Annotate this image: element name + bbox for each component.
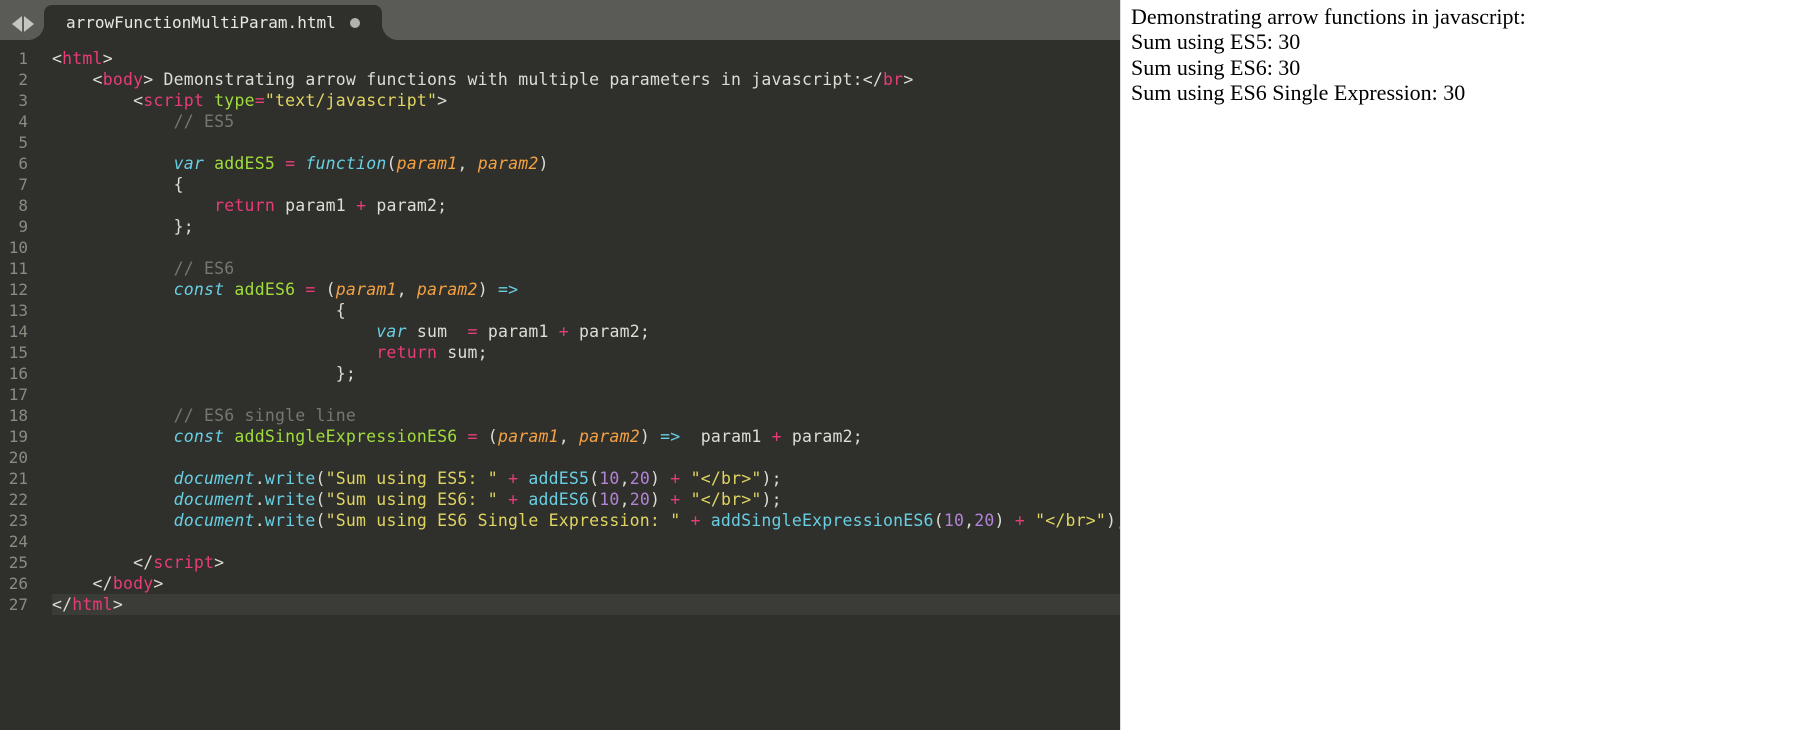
code-line[interactable]: return sum; — [52, 342, 1120, 363]
tab-bar: arrowFunctionMultiParam.html — [0, 0, 1120, 40]
line-number: 21 — [6, 468, 28, 489]
code-line[interactable]: const addES6 = (param1, param2) => — [52, 279, 1120, 300]
line-number: 17 — [6, 384, 28, 405]
editor-body: 1234567891011121314151617181920212223242… — [0, 40, 1120, 730]
line-number: 27 — [6, 594, 28, 615]
code-line[interactable]: var sum = param1 + param2; — [52, 321, 1120, 342]
line-number: 13 — [6, 300, 28, 321]
code-line[interactable]: </script> — [52, 552, 1120, 573]
file-tab[interactable]: arrowFunctionMultiParam.html — [44, 5, 382, 40]
code-line[interactable]: // ES6 — [52, 258, 1120, 279]
code-line[interactable] — [52, 384, 1120, 405]
code-line[interactable]: var addES5 = function(param1, param2) — [52, 153, 1120, 174]
line-number: 4 — [6, 111, 28, 132]
line-number: 8 — [6, 195, 28, 216]
code-line[interactable]: document.write("Sum using ES6: " + addES… — [52, 489, 1120, 510]
nav-back-icon[interactable] — [12, 16, 22, 32]
code-line[interactable] — [52, 531, 1120, 552]
code-line[interactable] — [52, 237, 1120, 258]
code-line[interactable]: // ES6 single line — [52, 405, 1120, 426]
line-number: 5 — [6, 132, 28, 153]
line-number-gutter: 1234567891011121314151617181920212223242… — [0, 40, 38, 730]
preview-line: Sum using ES6: 30 — [1131, 55, 1790, 80]
code-line[interactable]: <script type="text/javascript"> — [52, 90, 1120, 111]
modified-indicator-icon — [350, 18, 360, 28]
line-number: 6 — [6, 153, 28, 174]
line-number: 3 — [6, 90, 28, 111]
code-line[interactable]: { — [52, 300, 1120, 321]
line-number: 2 — [6, 69, 28, 90]
code-line[interactable]: document.write("Sum using ES6 Single Exp… — [52, 510, 1120, 531]
code-area[interactable]: <html> <body> Demonstrating arrow functi… — [38, 40, 1120, 730]
line-number: 7 — [6, 174, 28, 195]
code-line[interactable]: }; — [52, 363, 1120, 384]
code-line[interactable]: document.write("Sum using ES5: " + addES… — [52, 468, 1120, 489]
line-number: 25 — [6, 552, 28, 573]
line-number: 15 — [6, 342, 28, 363]
code-line[interactable]: </body> — [52, 573, 1120, 594]
code-line[interactable]: <html> — [52, 48, 1120, 69]
code-line[interactable]: // ES5 — [52, 111, 1120, 132]
line-number: 9 — [6, 216, 28, 237]
line-number: 22 — [6, 489, 28, 510]
line-number: 10 — [6, 237, 28, 258]
preview-line: Sum using ES5: 30 — [1131, 29, 1790, 54]
code-line[interactable]: </html> — [52, 594, 1120, 615]
line-number: 12 — [6, 279, 28, 300]
code-line[interactable]: const addSingleExpressionES6 = (param1, … — [52, 426, 1120, 447]
tab-filename: arrowFunctionMultiParam.html — [66, 13, 336, 32]
code-line[interactable]: return param1 + param2; — [52, 195, 1120, 216]
browser-preview-pane: Demonstrating arrow functions in javascr… — [1120, 0, 1800, 730]
code-line[interactable] — [52, 447, 1120, 468]
editor-pane: arrowFunctionMultiParam.html 12345678910… — [0, 0, 1120, 730]
line-number: 19 — [6, 426, 28, 447]
line-number: 23 — [6, 510, 28, 531]
line-number: 16 — [6, 363, 28, 384]
line-number: 20 — [6, 447, 28, 468]
preview-line: Sum using ES6 Single Expression: 30 — [1131, 80, 1790, 105]
code-line[interactable] — [52, 132, 1120, 153]
line-number: 1 — [6, 48, 28, 69]
preview-line: Demonstrating arrow functions in javascr… — [1131, 4, 1790, 29]
line-number: 14 — [6, 321, 28, 342]
code-line[interactable]: }; — [52, 216, 1120, 237]
line-number: 26 — [6, 573, 28, 594]
line-number: 11 — [6, 258, 28, 279]
line-number: 18 — [6, 405, 28, 426]
code-line[interactable]: { — [52, 174, 1120, 195]
line-number: 24 — [6, 531, 28, 552]
code-line[interactable]: <body> Demonstrating arrow functions wit… — [52, 69, 1120, 90]
